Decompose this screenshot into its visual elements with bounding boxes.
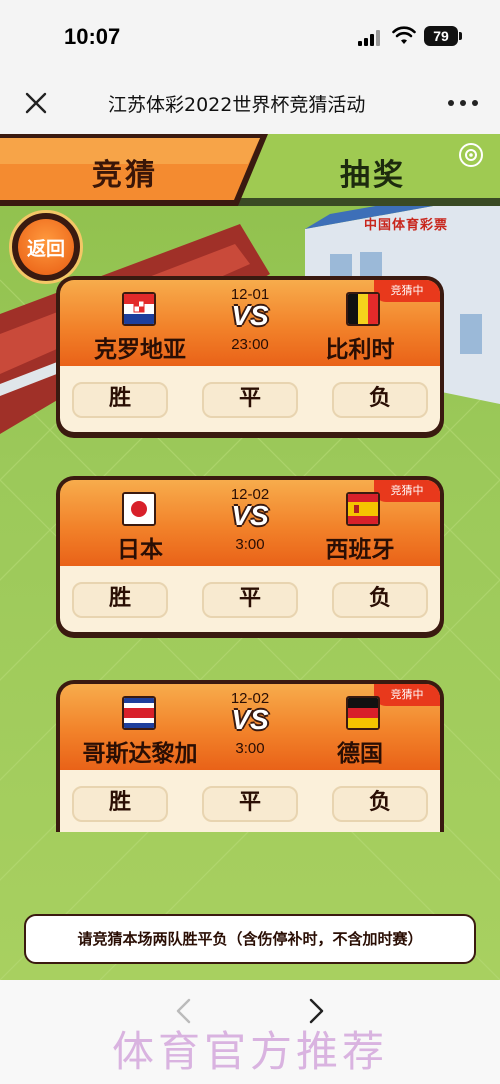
win-button[interactable]: 胜 — [72, 382, 168, 418]
tab-bar: 竞猜 抽奖 — [0, 134, 500, 206]
team-away: 比利时 — [325, 337, 395, 363]
team-away: 德国 — [337, 741, 383, 767]
status-bar: 10:07 79 — [0, 0, 500, 72]
lose-button[interactable]: 负 — [332, 382, 428, 418]
team-home: 哥斯达黎加 — [82, 741, 198, 767]
lottery-sign: 中国体育彩票 — [364, 218, 449, 233]
tab-guess[interactable]: 竞猜 — [92, 150, 158, 194]
draw-button[interactable]: 平 — [202, 582, 298, 618]
bottom-toolbar: 体育官方推荐 — [0, 980, 500, 1084]
browser-nav-bar: 江苏体彩2022世界杯竞猜活动 — [0, 72, 500, 134]
battery-tip — [459, 32, 462, 40]
match-card: 竞猜中 12-01 VS 23:00 克罗地亚 比利时 胜 平 负 — [56, 276, 444, 438]
belgium-flag-icon — [346, 292, 380, 326]
back-label: 返回 — [26, 238, 65, 260]
germany-flag-icon — [346, 696, 380, 730]
status-badge: 竞猜中 — [374, 684, 440, 706]
win-button[interactable]: 胜 — [72, 582, 168, 618]
back-button-inner: 返回 — [18, 219, 74, 275]
match-time: 3:00 — [235, 536, 265, 553]
match-time: 23:00 — [231, 336, 269, 353]
music-icon[interactable] — [458, 142, 484, 168]
status-time: 10:07 — [64, 24, 121, 49]
team-home: 日本 — [117, 537, 163, 563]
close-icon[interactable] — [22, 89, 50, 117]
match-options: 胜 平 负 — [60, 566, 440, 632]
wifi-icon — [392, 26, 416, 44]
vs-label: VS — [231, 500, 269, 531]
match-options: 胜 平 负 — [60, 770, 440, 832]
draw-button[interactable]: 平 — [202, 786, 298, 822]
back-button[interactable]: 返回 — [9, 210, 83, 284]
match-header: 竞猜中 12-01 VS 23:00 克罗地亚 比利时 — [60, 280, 440, 366]
japan-flag-icon — [122, 492, 156, 526]
match-time: 3:00 — [235, 740, 265, 757]
battery-indicator: 79 — [424, 26, 458, 46]
croatia-flag-icon — [122, 292, 156, 326]
team-away: 西班牙 — [325, 537, 395, 563]
watermark-text: 体育官方推荐 — [111, 1027, 388, 1076]
match-card: 竞猜中 12-02 VS 3:00 哥斯达黎加 德国 胜 平 负 — [56, 680, 444, 832]
match-options: 胜 平 负 — [60, 366, 440, 432]
lose-button[interactable]: 负 — [332, 786, 428, 822]
status-badge: 竞猜中 — [374, 280, 440, 302]
signal-icon — [358, 30, 382, 46]
team-home: 克罗地亚 — [94, 337, 186, 363]
rule-note: 请竞猜本场两队胜平负（含伤停补时，不含加时赛） — [24, 914, 476, 964]
tab-draw[interactable]: 抽奖 — [340, 150, 406, 194]
win-button[interactable]: 胜 — [72, 786, 168, 822]
costa-rica-flag-icon — [122, 696, 156, 730]
lose-button[interactable]: 负 — [332, 582, 428, 618]
spain-flag-icon — [346, 492, 380, 526]
match-header: 竞猜中 12-02 VS 3:00 哥斯达黎加 德国 — [60, 684, 440, 770]
game-area: 竞猜 抽奖 中国体育彩票 返回 竞猜中 12-01 VS 23:00 克罗地亚 … — [0, 134, 500, 980]
vs-label: VS — [231, 300, 269, 331]
draw-button[interactable]: 平 — [202, 382, 298, 418]
status-badge: 竞猜中 — [374, 480, 440, 502]
match-header: 竞猜中 12-02 VS 3:00 日本 西班牙 — [60, 480, 440, 566]
vs-label: VS — [231, 704, 269, 735]
page-title: 江苏体彩2022世界杯竞猜活动 — [108, 94, 366, 116]
more-options-icon[interactable] — [448, 100, 478, 108]
match-card: 竞猜中 12-02 VS 3:00 日本 西班牙 胜 平 负 — [56, 476, 444, 638]
